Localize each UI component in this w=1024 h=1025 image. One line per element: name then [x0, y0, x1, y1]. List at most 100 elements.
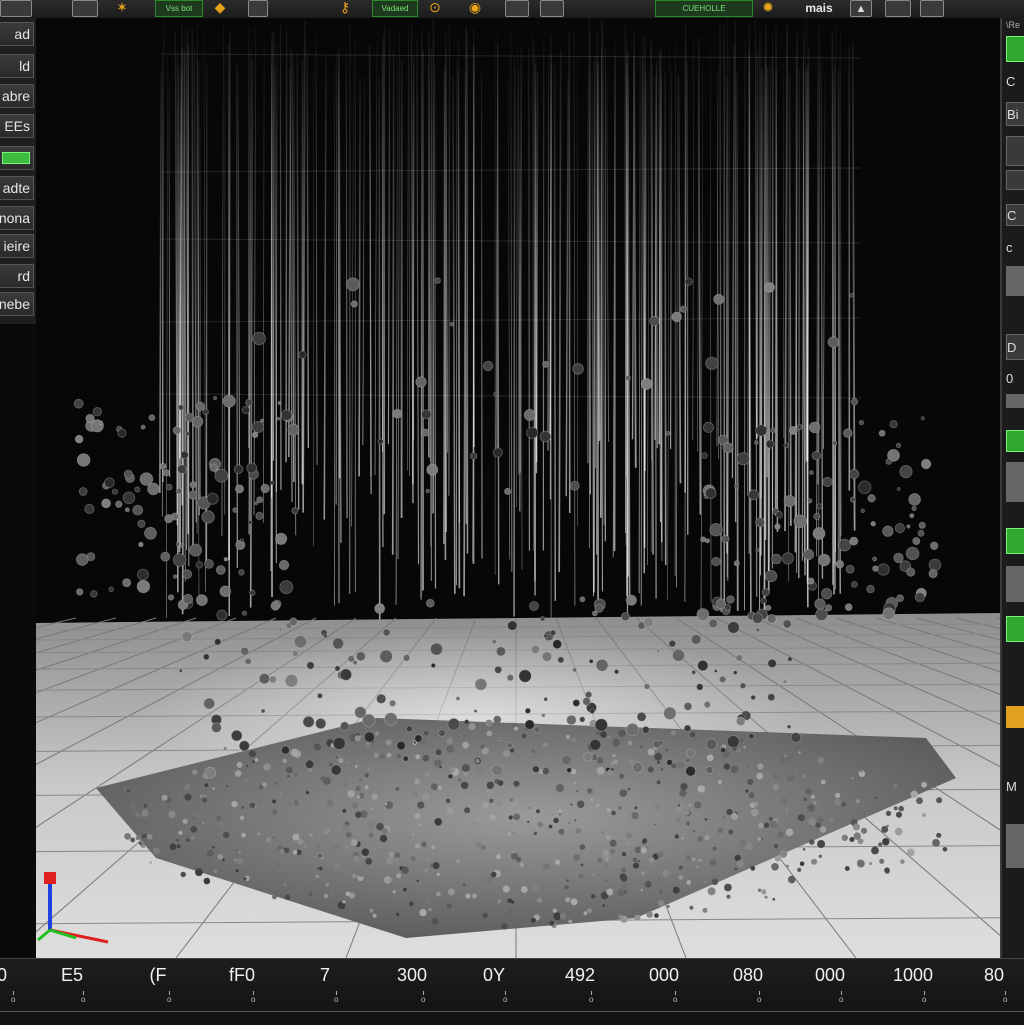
toolbar-file-button[interactable] — [0, 0, 32, 17]
mound-particle — [235, 869, 238, 872]
right-panel-slot-16[interactable] — [1006, 616, 1024, 642]
right-panel-slot-7[interactable]: c — [1006, 240, 1024, 254]
toolbar-open-button[interactable] — [72, 0, 98, 17]
toolbar-mats-label[interactable]: mais — [802, 0, 836, 15]
timeline-tick[interactable]: o — [757, 995, 763, 1005]
mound-particle — [386, 740, 392, 746]
left-panel-button-4[interactable]: EEs — [0, 114, 34, 138]
toolbar-green-badge[interactable]: Vss bot — [155, 0, 203, 17]
right-panel-slot-4[interactable] — [1006, 136, 1024, 166]
mound-particle — [878, 842, 882, 846]
droplet — [286, 774, 290, 778]
mound-particle — [726, 809, 732, 815]
toolbar-key-icon[interactable]: ⚷ — [335, 0, 355, 15]
right-panel-slot-6[interactable]: C — [1006, 204, 1024, 226]
left-panel-button-9[interactable]: rd — [0, 264, 34, 288]
right-panel-slot-12[interactable] — [1006, 430, 1024, 452]
left-tool-panel: ad ld abre EEs adte nona ieire rd nebe — [0, 18, 36, 324]
timeline[interactable]: 0oE5o(FofF0o7o300o0Yo492o000o080o000o100… — [0, 958, 1024, 1025]
mound-particle — [346, 832, 352, 838]
3d-viewport[interactable] — [36, 18, 1000, 958]
timeline-tick[interactable]: o — [334, 995, 340, 1005]
right-panel-slot-18[interactable]: M — [1006, 774, 1024, 798]
right-panel-slot-1[interactable] — [1006, 36, 1024, 62]
mound-particle — [446, 738, 453, 745]
right-panel-slot-15[interactable] — [1006, 566, 1024, 602]
right-panel-slot-11[interactable] — [1006, 394, 1024, 408]
left-panel-button-1[interactable]: ad — [0, 22, 34, 46]
toolbar-render-icon[interactable] — [885, 0, 911, 17]
droplet — [133, 505, 143, 515]
droplet — [897, 488, 900, 491]
left-panel-button-7[interactable]: nona — [0, 206, 34, 230]
mound-particle — [746, 843, 753, 850]
droplet — [626, 595, 636, 605]
toolbar-edit-icon[interactable] — [540, 0, 564, 17]
mound-particle — [597, 767, 605, 775]
droplet — [498, 737, 502, 741]
left-panel-button-3[interactable]: abre — [0, 84, 34, 108]
right-panel-slot-19[interactable] — [1006, 824, 1024, 868]
mound-particle — [610, 761, 614, 765]
right-panel-slot-2[interactable]: C — [1006, 70, 1024, 92]
mound-particle — [765, 896, 768, 899]
timeline-tick[interactable]: o — [503, 995, 509, 1005]
mound-particle — [423, 755, 430, 762]
toolbar-emitter-icon[interactable]: ✹ — [758, 0, 778, 15]
droplet — [590, 739, 601, 750]
toolbar-ring-icon[interactable]: ⊙ — [425, 0, 445, 15]
timeline-tick[interactable]: o — [251, 995, 257, 1005]
timeline-tick[interactable]: o — [922, 995, 928, 1005]
left-panel-button-2[interactable]: ld — [0, 54, 34, 78]
mound-particle — [334, 863, 340, 869]
timeline-tick[interactable]: o — [589, 995, 595, 1005]
left-panel-button-10[interactable]: nebe — [0, 292, 34, 316]
timeline-tick[interactable]: o — [11, 995, 17, 1005]
droplet — [544, 697, 548, 701]
droplet — [280, 581, 293, 594]
right-panel-slot-9[interactable]: D — [1006, 334, 1024, 360]
toolbar-mountain-icon[interactable]: ▲ — [850, 0, 872, 17]
timeline-tick[interactable]: o — [839, 995, 845, 1005]
timeline-tick[interactable]: o — [421, 995, 427, 1005]
toolbar-star-icon[interactable]: ✶ — [112, 0, 132, 15]
mound-particle — [858, 839, 864, 845]
right-panel-slot-14[interactable] — [1006, 528, 1024, 554]
mound-particle — [247, 841, 249, 843]
mound-particle — [212, 787, 214, 789]
left-panel-button-8[interactable]: ieire — [0, 234, 34, 258]
droplet — [163, 470, 169, 476]
timeline-tick[interactable]: o — [673, 995, 679, 1005]
mound-particle — [712, 879, 719, 886]
left-panel-button-6[interactable]: adte — [0, 176, 34, 200]
mound-particle — [373, 914, 377, 918]
mound-particle — [756, 773, 763, 780]
toolbar-cube-icon[interactable]: ◆ — [210, 0, 230, 15]
toolbar-display-icon[interactable] — [920, 0, 944, 17]
toolbar-doc-icon[interactable] — [505, 0, 529, 17]
droplet — [775, 524, 781, 530]
toolbar-green-badge-3[interactable]: CUEHOLLE — [655, 0, 753, 17]
mound-particle — [191, 836, 195, 840]
right-panel-slot-3[interactable]: Bi — [1006, 102, 1024, 126]
toolbar-flag-icon[interactable] — [248, 0, 268, 17]
mound-particle — [494, 716, 502, 724]
toolbar-green-badge-2[interactable]: Vadaed — [372, 0, 418, 17]
right-panel-slot-5[interactable] — [1006, 170, 1024, 190]
timeline-tick[interactable]: o — [167, 995, 173, 1005]
right-panel-slot-8[interactable] — [1006, 266, 1024, 296]
mound-particle — [835, 793, 840, 798]
right-panel-slot-10[interactable]: 0 — [1006, 372, 1024, 384]
droplet — [740, 683, 746, 689]
timeline-tick[interactable]: o — [1003, 995, 1009, 1005]
left-panel-button-5[interactable] — [0, 146, 34, 170]
mound-particle — [549, 921, 554, 926]
mound-particle — [608, 736, 611, 739]
droplet — [335, 755, 339, 759]
droplet — [701, 537, 706, 542]
timeline-tick[interactable]: o — [81, 995, 87, 1005]
toolbar-ring-icon-2[interactable]: ◉ — [465, 0, 485, 15]
right-panel-slot-17[interactable] — [1006, 706, 1024, 728]
mound-particle — [489, 799, 493, 803]
right-panel-slot-13[interactable] — [1006, 462, 1024, 502]
